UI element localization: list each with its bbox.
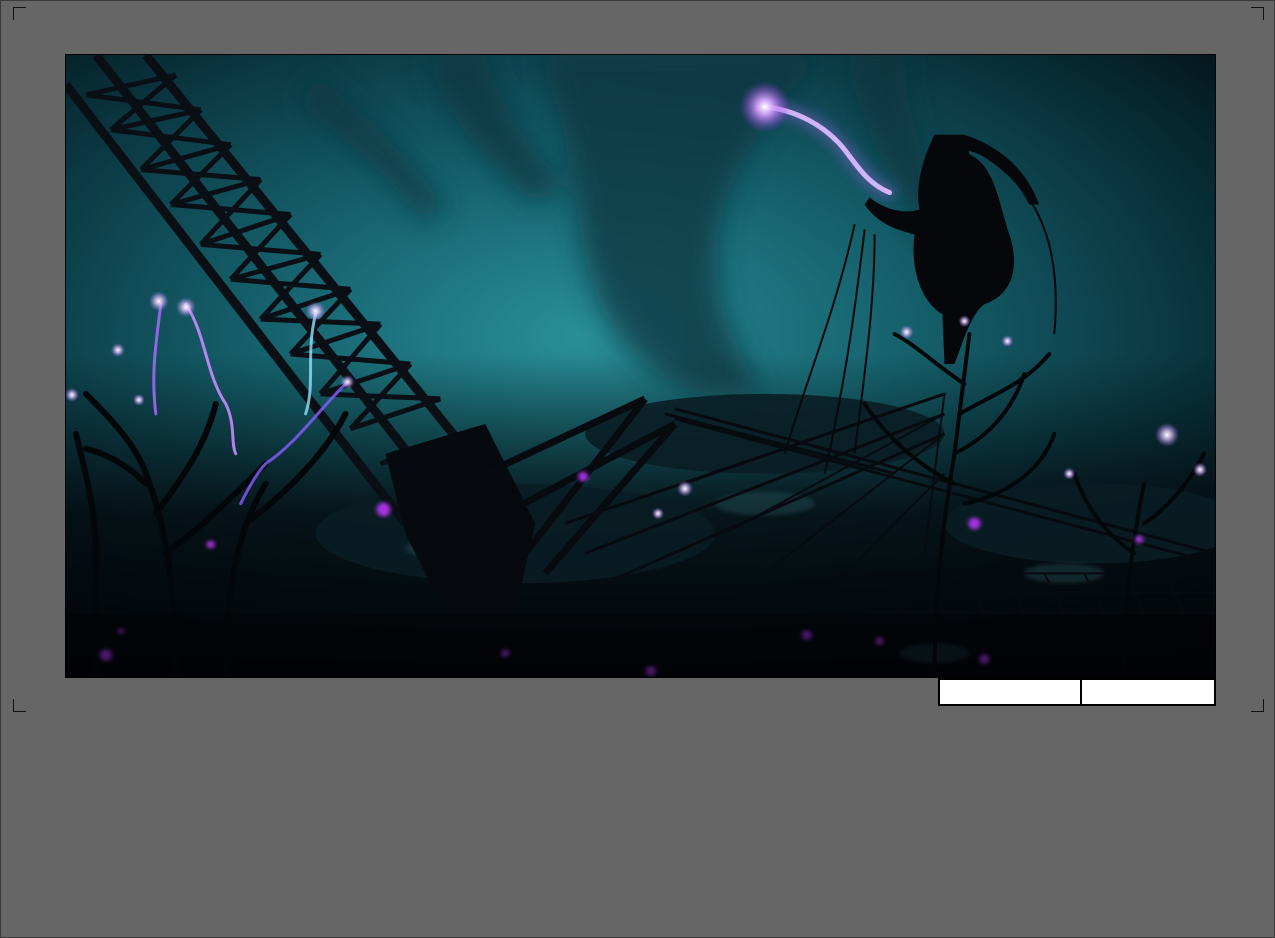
crop-mark-bottom-left: [13, 699, 26, 712]
crop-mark-bottom-right: [1251, 699, 1264, 712]
frame-field-right[interactable]: [1080, 678, 1216, 706]
underwater-scene-image: [66, 55, 1215, 677]
crop-mark-top-left: [13, 7, 26, 20]
frame-field-left[interactable]: [938, 678, 1082, 706]
artwork-frame: [65, 54, 1216, 678]
crop-mark-top-right: [1251, 7, 1264, 20]
